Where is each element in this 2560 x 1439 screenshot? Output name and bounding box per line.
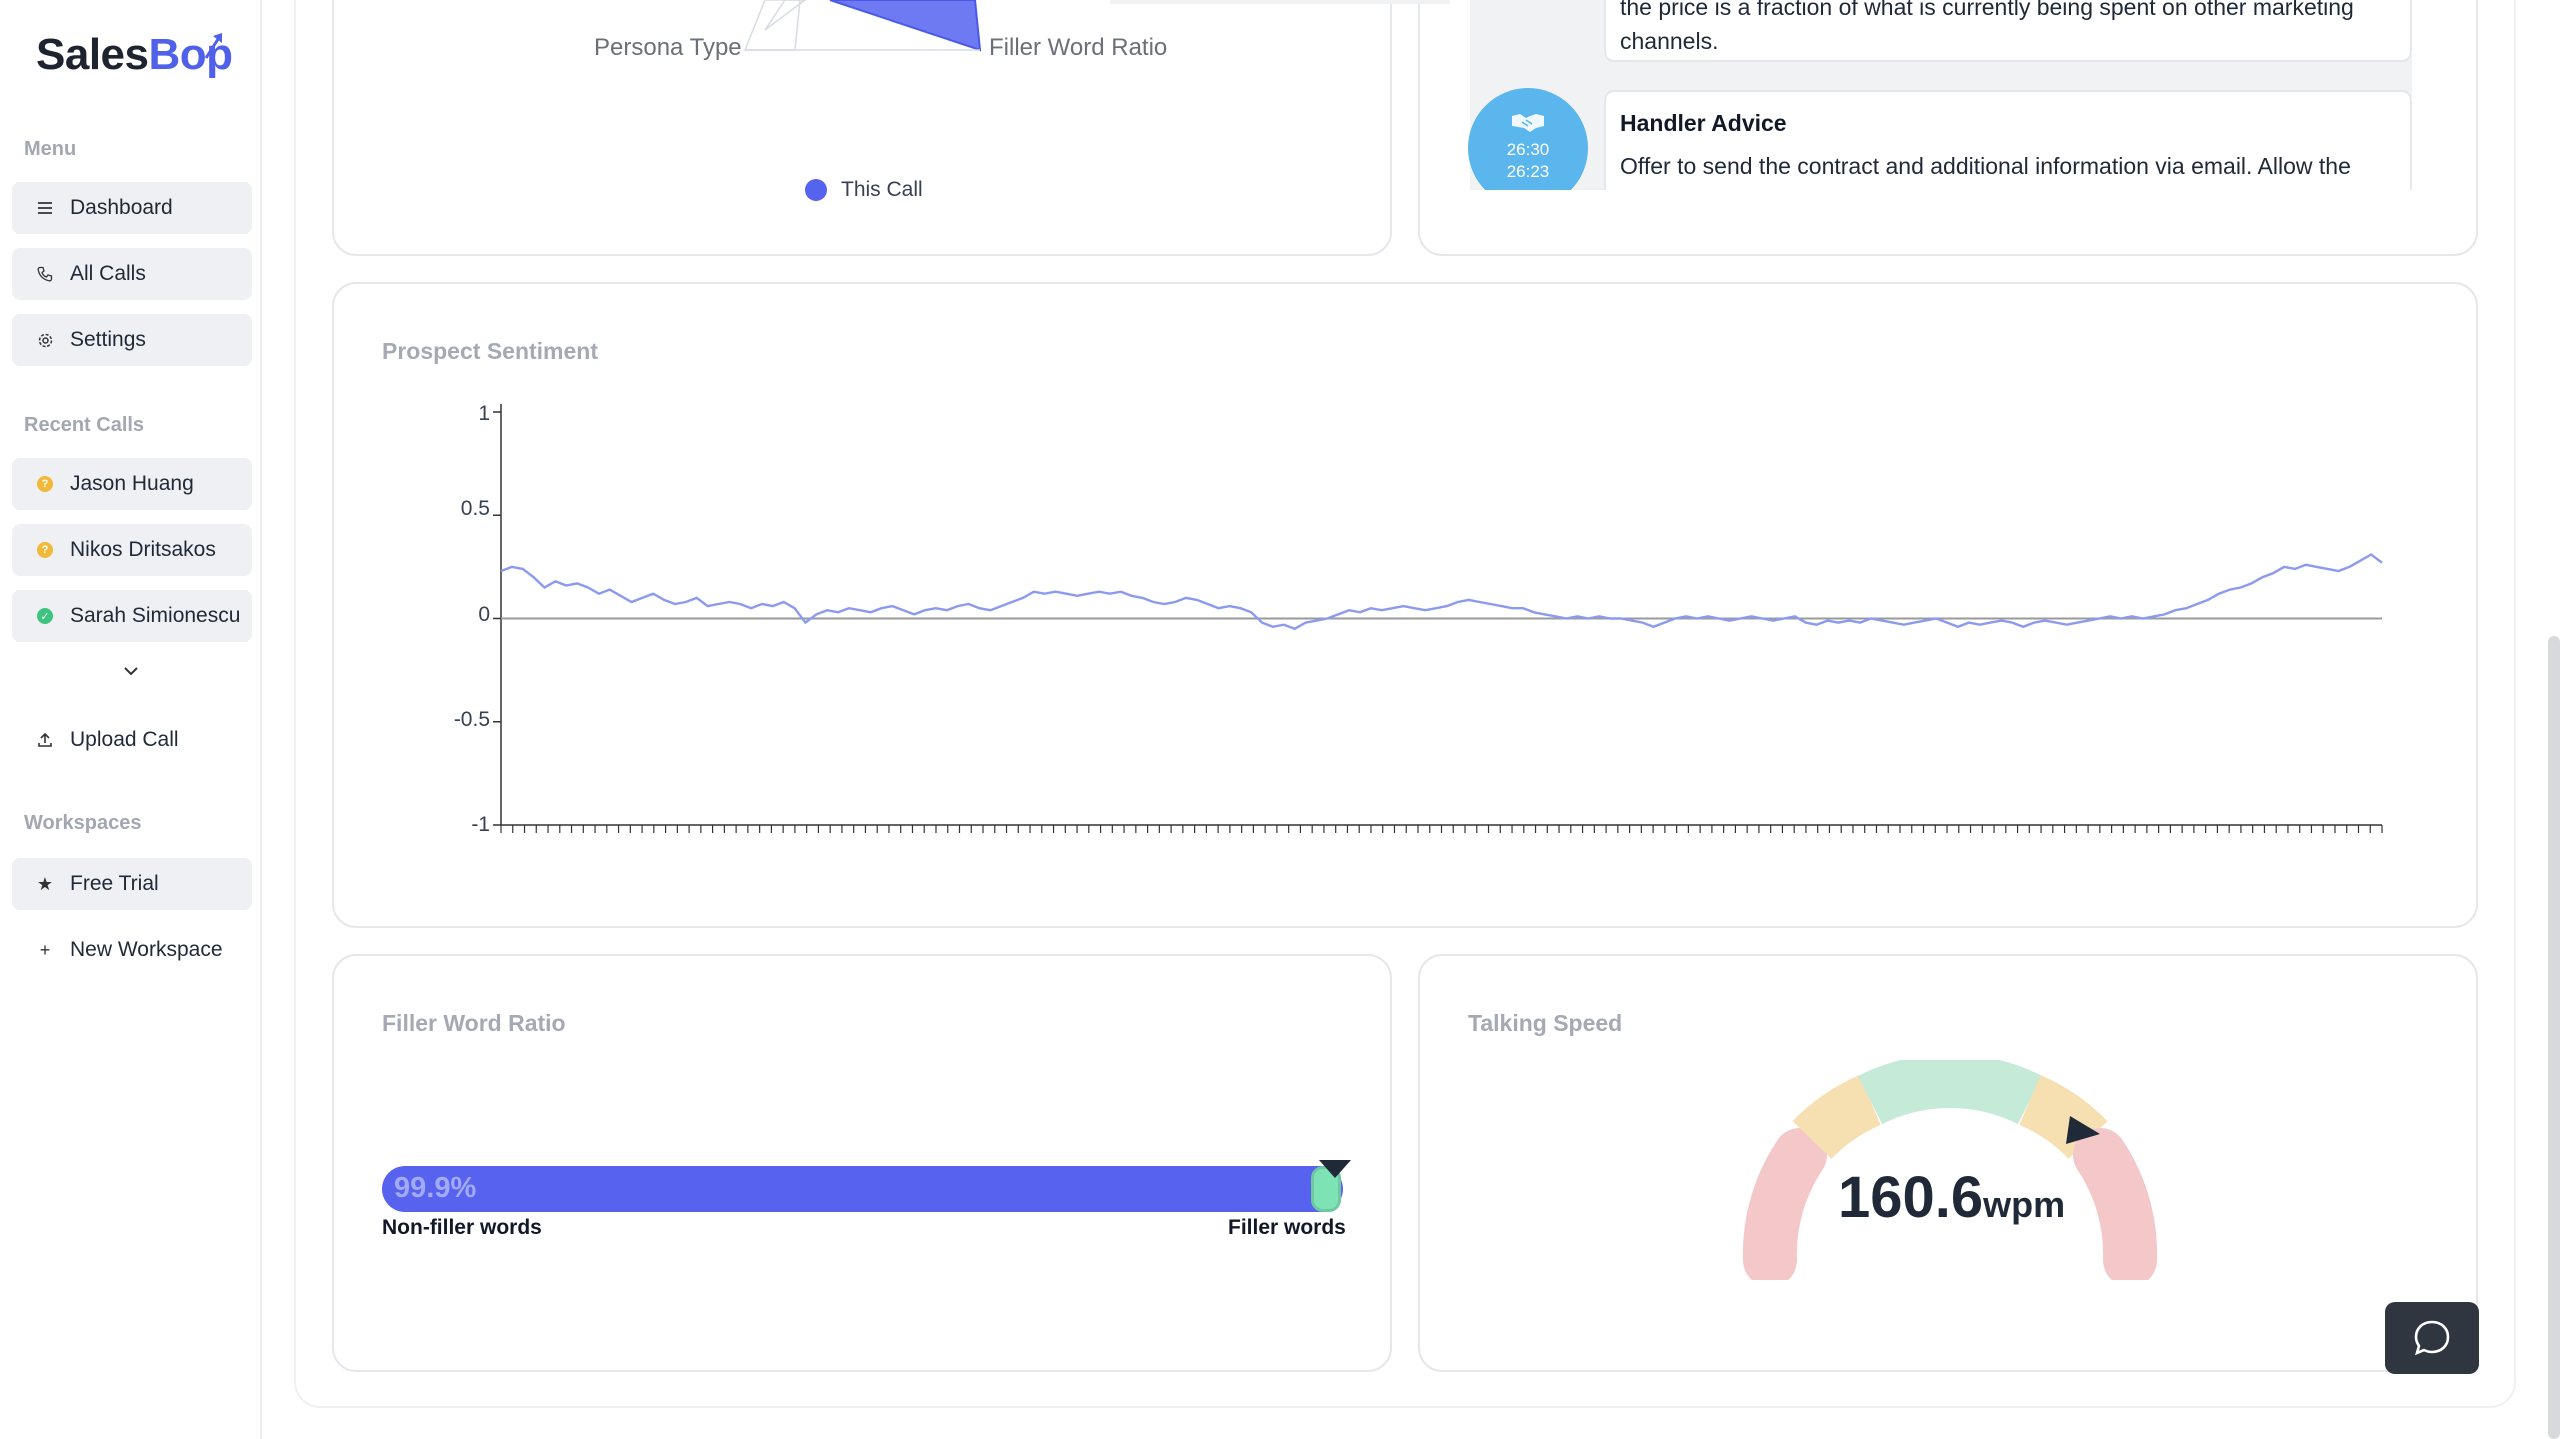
talking-speed-title: Talking Speed xyxy=(1468,1010,1623,1036)
filler-marker-icon xyxy=(1319,1160,1351,1178)
speed-value: 160.6 xyxy=(1838,1165,1984,1230)
speed-unit: wpm xyxy=(1983,1184,2066,1225)
filler-percent-label: 99.9% xyxy=(394,1172,477,1204)
filler-ratio-bar xyxy=(382,1166,1343,1212)
app-root: SalesBop Menu Dashboard All Calls Settin… xyxy=(0,0,2560,1439)
filler-words-label: Filler words xyxy=(1228,1216,1346,1239)
speed-readout: 160.6wpm xyxy=(1838,1164,2065,1231)
chat-bubble-icon xyxy=(2414,1320,2450,1356)
chat-button[interactable] xyxy=(2385,1302,2479,1374)
page-scrollbar-thumb[interactable] xyxy=(2548,636,2560,1439)
non-filler-words-label: Non-filler words xyxy=(382,1216,542,1239)
filler-title: Filler Word Ratio xyxy=(382,1010,566,1036)
